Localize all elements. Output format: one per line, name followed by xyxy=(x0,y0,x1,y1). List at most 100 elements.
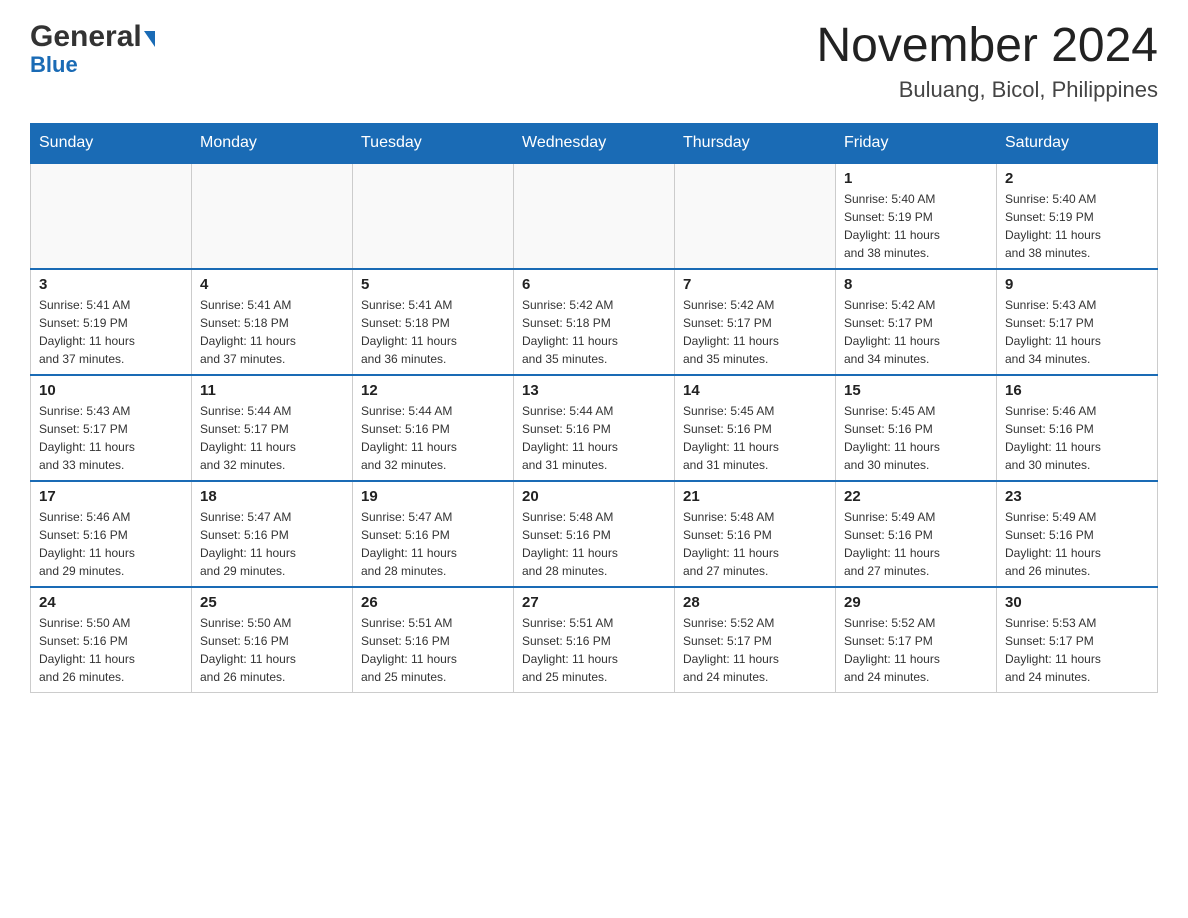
calendar-cell: 18 Sunrise: 5:47 AM Sunset: 5:16 PM Dayli… xyxy=(192,481,353,587)
day-number: 21 xyxy=(683,488,827,505)
day-number: 30 xyxy=(1005,594,1149,611)
calendar-cell xyxy=(514,163,675,269)
day-info: Sunrise: 5:44 AM Sunset: 5:16 PM Dayligh… xyxy=(522,402,666,474)
day-number: 9 xyxy=(1005,276,1149,293)
day-info: Sunrise: 5:51 AM Sunset: 5:16 PM Dayligh… xyxy=(361,614,505,686)
day-info: Sunrise: 5:41 AM Sunset: 5:19 PM Dayligh… xyxy=(39,296,183,368)
day-info: Sunrise: 5:49 AM Sunset: 5:16 PM Dayligh… xyxy=(844,508,988,580)
day-info: Sunrise: 5:42 AM Sunset: 5:17 PM Dayligh… xyxy=(844,296,988,368)
calendar-cell: 6 Sunrise: 5:42 AM Sunset: 5:18 PM Daylig… xyxy=(514,269,675,375)
day-info: Sunrise: 5:46 AM Sunset: 5:16 PM Dayligh… xyxy=(39,508,183,580)
calendar-cell: 14 Sunrise: 5:45 AM Sunset: 5:16 PM Dayli… xyxy=(675,375,836,481)
day-number: 24 xyxy=(39,594,183,611)
day-info: Sunrise: 5:50 AM Sunset: 5:16 PM Dayligh… xyxy=(200,614,344,686)
calendar-subtitle: Buluang, Bicol, Philippines xyxy=(816,77,1158,103)
day-number: 2 xyxy=(1005,170,1149,187)
day-number: 15 xyxy=(844,382,988,399)
calendar-cell xyxy=(353,163,514,269)
calendar-cell: 19 Sunrise: 5:47 AM Sunset: 5:16 PM Dayli… xyxy=(353,481,514,587)
calendar-cell: 13 Sunrise: 5:44 AM Sunset: 5:16 PM Dayli… xyxy=(514,375,675,481)
day-number: 17 xyxy=(39,488,183,505)
day-number: 4 xyxy=(200,276,344,293)
day-number: 26 xyxy=(361,594,505,611)
week-row-1: 1 Sunrise: 5:40 AM Sunset: 5:19 PM Daylig… xyxy=(31,163,1158,269)
calendar-cell: 11 Sunrise: 5:44 AM Sunset: 5:17 PM Dayli… xyxy=(192,375,353,481)
calendar-cell: 12Sunrise: 5:44 AM Sunset: 5:16 PM Dayli… xyxy=(353,375,514,481)
day-info: Sunrise: 5:53 AM Sunset: 5:17 PM Dayligh… xyxy=(1005,614,1149,686)
calendar-cell: 30 Sunrise: 5:53 AM Sunset: 5:17 PM Dayli… xyxy=(997,587,1158,693)
calendar-cell: 1 Sunrise: 5:40 AM Sunset: 5:19 PM Daylig… xyxy=(836,163,997,269)
day-info: Sunrise: 5:50 AM Sunset: 5:16 PM Dayligh… xyxy=(39,614,183,686)
day-info: Sunrise: 5:45 AM Sunset: 5:16 PM Dayligh… xyxy=(683,402,827,474)
calendar-table: SundayMondayTuesdayWednesdayThursdayFrid… xyxy=(30,123,1158,693)
logo-blue-text: Blue xyxy=(30,52,78,78)
title-block: November 2024 Buluang, Bicol, Philippine… xyxy=(816,20,1158,103)
calendar-cell: 21 Sunrise: 5:48 AM Sunset: 5:16 PM Dayli… xyxy=(675,481,836,587)
calendar-cell: 28Sunrise: 5:52 AM Sunset: 5:17 PM Dayli… xyxy=(675,587,836,693)
calendar-cell: 25 Sunrise: 5:50 AM Sunset: 5:16 PM Dayli… xyxy=(192,587,353,693)
week-row-4: 17 Sunrise: 5:46 AM Sunset: 5:16 PM Dayli… xyxy=(31,481,1158,587)
calendar-cell: 10 Sunrise: 5:43 AM Sunset: 5:17 PM Dayli… xyxy=(31,375,192,481)
day-number: 1 xyxy=(844,170,988,187)
day-number: 6 xyxy=(522,276,666,293)
day-header-thursday: Thursday xyxy=(675,123,836,163)
day-info: Sunrise: 5:42 AM Sunset: 5:17 PM Dayligh… xyxy=(683,296,827,368)
day-number: 29 xyxy=(844,594,988,611)
calendar-cell: 9 Sunrise: 5:43 AM Sunset: 5:17 PM Daylig… xyxy=(997,269,1158,375)
day-info: Sunrise: 5:49 AM Sunset: 5:16 PM Dayligh… xyxy=(1005,508,1149,580)
calendar-cell: 7Sunrise: 5:42 AM Sunset: 5:17 PM Daylig… xyxy=(675,269,836,375)
day-info: Sunrise: 5:43 AM Sunset: 5:17 PM Dayligh… xyxy=(39,402,183,474)
day-header-saturday: Saturday xyxy=(997,123,1158,163)
day-number: 8 xyxy=(844,276,988,293)
day-info: Sunrise: 5:48 AM Sunset: 5:16 PM Dayligh… xyxy=(683,508,827,580)
day-number: 13 xyxy=(522,382,666,399)
calendar-cell: 24 Sunrise: 5:50 AM Sunset: 5:16 PM Dayli… xyxy=(31,587,192,693)
day-info: Sunrise: 5:40 AM Sunset: 5:19 PM Dayligh… xyxy=(844,190,988,262)
calendar-cell: 27 Sunrise: 5:51 AM Sunset: 5:16 PM Dayli… xyxy=(514,587,675,693)
day-number: 19 xyxy=(361,488,505,505)
logo-arrow-icon xyxy=(144,31,155,47)
day-info: Sunrise: 5:44 AM Sunset: 5:17 PM Dayligh… xyxy=(200,402,344,474)
day-number: 28 xyxy=(683,594,827,611)
day-info: Sunrise: 5:43 AM Sunset: 5:17 PM Dayligh… xyxy=(1005,296,1149,368)
calendar-title: November 2024 xyxy=(816,20,1158,73)
day-info: Sunrise: 5:51 AM Sunset: 5:16 PM Dayligh… xyxy=(522,614,666,686)
day-number: 18 xyxy=(200,488,344,505)
day-info: Sunrise: 5:52 AM Sunset: 5:17 PM Dayligh… xyxy=(844,614,988,686)
calendar-cell xyxy=(192,163,353,269)
day-header-sunday: Sunday xyxy=(31,123,192,163)
day-number: 23 xyxy=(1005,488,1149,505)
calendar-cell: 15 Sunrise: 5:45 AM Sunset: 5:16 PM Dayli… xyxy=(836,375,997,481)
day-info: Sunrise: 5:47 AM Sunset: 5:16 PM Dayligh… xyxy=(361,508,505,580)
calendar-cell: 20Sunrise: 5:48 AM Sunset: 5:16 PM Dayli… xyxy=(514,481,675,587)
calendar-cell: 8 Sunrise: 5:42 AM Sunset: 5:17 PM Daylig… xyxy=(836,269,997,375)
calendar-cell: 23 Sunrise: 5:49 AM Sunset: 5:16 PM Dayli… xyxy=(997,481,1158,587)
day-header-tuesday: Tuesday xyxy=(353,123,514,163)
day-number: 25 xyxy=(200,594,344,611)
day-number: 3 xyxy=(39,276,183,293)
day-header-wednesday: Wednesday xyxy=(514,123,675,163)
week-row-2: 3 Sunrise: 5:41 AM Sunset: 5:19 PM Daylig… xyxy=(31,269,1158,375)
day-number: 16 xyxy=(1005,382,1149,399)
day-number: 14 xyxy=(683,382,827,399)
calendar-cell: 26 Sunrise: 5:51 AM Sunset: 5:16 PM Dayli… xyxy=(353,587,514,693)
page-header: General Blue November 2024 Buluang, Bico… xyxy=(30,20,1158,103)
day-info: Sunrise: 5:42 AM Sunset: 5:18 PM Dayligh… xyxy=(522,296,666,368)
day-info: Sunrise: 5:41 AM Sunset: 5:18 PM Dayligh… xyxy=(361,296,505,368)
day-info: Sunrise: 5:47 AM Sunset: 5:16 PM Dayligh… xyxy=(200,508,344,580)
day-header-friday: Friday xyxy=(836,123,997,163)
day-number: 27 xyxy=(522,594,666,611)
calendar-cell: 3 Sunrise: 5:41 AM Sunset: 5:19 PM Daylig… xyxy=(31,269,192,375)
calendar-cell: 29 Sunrise: 5:52 AM Sunset: 5:17 PM Dayli… xyxy=(836,587,997,693)
day-number: 22 xyxy=(844,488,988,505)
calendar-cell xyxy=(675,163,836,269)
day-info: Sunrise: 5:40 AM Sunset: 5:19 PM Dayligh… xyxy=(1005,190,1149,262)
day-number: 11 xyxy=(200,382,344,399)
logo-general-text: General xyxy=(30,20,142,54)
day-info: Sunrise: 5:41 AM Sunset: 5:18 PM Dayligh… xyxy=(200,296,344,368)
day-info: Sunrise: 5:45 AM Sunset: 5:16 PM Dayligh… xyxy=(844,402,988,474)
day-number: 10 xyxy=(39,382,183,399)
day-header-monday: Monday xyxy=(192,123,353,163)
week-row-3: 10 Sunrise: 5:43 AM Sunset: 5:17 PM Dayli… xyxy=(31,375,1158,481)
calendar-cell: 17 Sunrise: 5:46 AM Sunset: 5:16 PM Dayli… xyxy=(31,481,192,587)
